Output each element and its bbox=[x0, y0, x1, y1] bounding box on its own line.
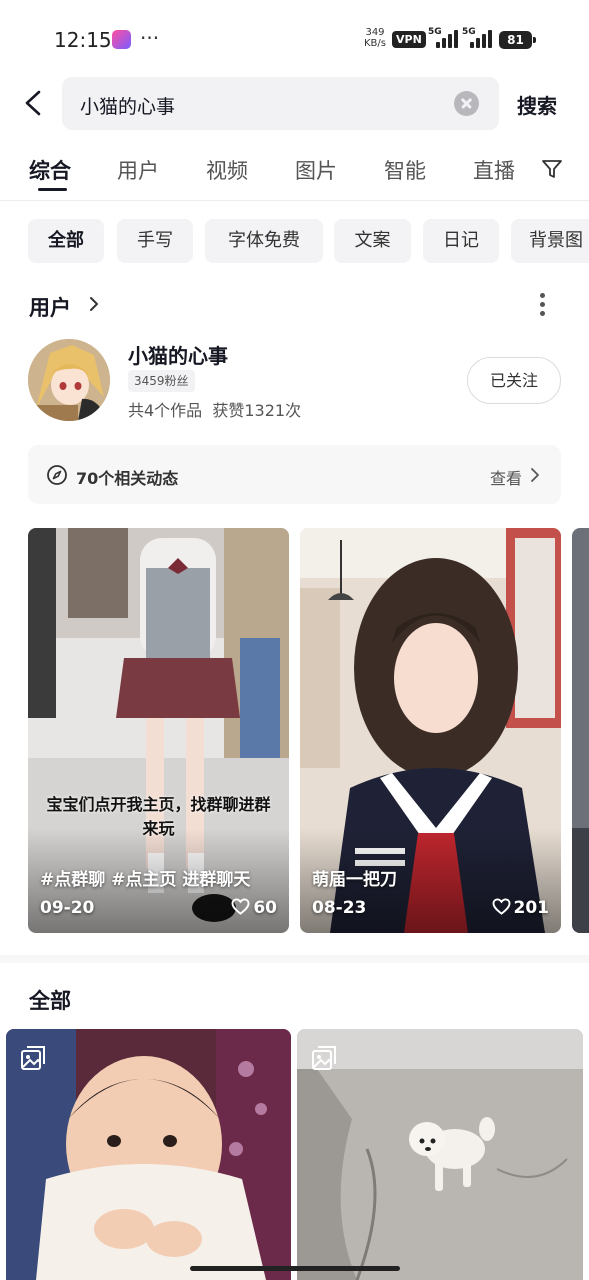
video-tags: 萌届一把刀 bbox=[312, 870, 397, 890]
tab-smart[interactable]: 智能 bbox=[384, 155, 426, 185]
active-tab-indicator bbox=[38, 188, 67, 191]
section-title-all: 全部 bbox=[29, 989, 71, 1013]
view-link[interactable]: 查看 bbox=[490, 465, 522, 489]
image-gallery-icon bbox=[21, 1046, 45, 1070]
chip-handwriting[interactable]: 手写 bbox=[117, 219, 193, 263]
fans-badge: 3459粉丝 bbox=[128, 370, 195, 392]
heart-icon bbox=[231, 898, 250, 915]
video-likes: 60 bbox=[231, 898, 277, 918]
tab-comprehensive[interactable]: 综合 bbox=[29, 155, 71, 185]
avatar[interactable] bbox=[28, 339, 110, 421]
chip-copywriting[interactable]: 文案 bbox=[334, 219, 411, 263]
tab-images[interactable]: 图片 bbox=[295, 155, 337, 185]
video-caption-line: 宝宝们点开我主页，找群聊进群 bbox=[46, 795, 271, 814]
chip-diary[interactable]: 日记 bbox=[423, 219, 499, 263]
home-indicator[interactable] bbox=[190, 1266, 400, 1271]
video-likes-count: 201 bbox=[513, 898, 550, 918]
user-name[interactable]: 小猫的心事 bbox=[128, 340, 228, 369]
tabs-divider bbox=[0, 200, 589, 201]
chip-free-font[interactable]: 字体免费 bbox=[205, 219, 323, 263]
chip-background[interactable]: 背景图 bbox=[511, 219, 589, 263]
video-caption-line: 来玩 bbox=[142, 819, 175, 838]
image-post-card[interactable] bbox=[6, 1029, 291, 1280]
section-title-users[interactable]: 用户 bbox=[29, 292, 71, 322]
related-posts-bar[interactable]: 70个相关动态 查看 bbox=[28, 445, 561, 504]
back-arrow-icon[interactable] bbox=[22, 90, 46, 116]
clear-icon[interactable] bbox=[454, 91, 479, 116]
video-tags: #点群聊 #点主页 进群聊天 bbox=[40, 870, 251, 890]
cellular-signal-icon-2: 5G bbox=[462, 27, 496, 50]
video-card-partial[interactable] bbox=[572, 528, 589, 933]
more-notifications-icon: ··· bbox=[140, 26, 160, 50]
post-thumbnail bbox=[6, 1029, 291, 1280]
section-separator bbox=[0, 955, 589, 963]
tab-live[interactable]: 直播 bbox=[473, 155, 515, 185]
video-likes-count: 60 bbox=[253, 898, 277, 918]
cellular-signal-icon: 5G bbox=[428, 27, 462, 50]
tab-videos[interactable]: 视频 bbox=[206, 155, 248, 185]
search-input[interactable]: 小猫的心事 bbox=[62, 77, 499, 130]
video-card[interactable]: 宝宝们点开我主页，找群聊进群 来玩 #点群聊 #点主页 进群聊天 09-20 6… bbox=[28, 528, 289, 933]
related-posts-count: 70个相关动态 bbox=[76, 469, 179, 488]
video-likes: 201 bbox=[492, 898, 550, 918]
video-thumbnail bbox=[572, 528, 589, 933]
search-button[interactable]: 搜索 bbox=[517, 90, 557, 119]
signal-label-2: 5G bbox=[462, 27, 476, 37]
user-stats: 共4个作品 获赞1321次 bbox=[128, 401, 302, 420]
app-notification-icon bbox=[112, 30, 131, 49]
network-speed-value: 349 bbox=[365, 27, 385, 38]
signal-label: 5G bbox=[428, 27, 442, 37]
image-post-card[interactable] bbox=[297, 1029, 583, 1280]
search-query: 小猫的心事 bbox=[80, 96, 176, 118]
image-gallery-icon bbox=[312, 1046, 336, 1070]
followed-button[interactable]: 已关注 bbox=[467, 357, 561, 404]
status-bar: 12:15 ··· 349 KB/s VPN 5G 5G 81 bbox=[0, 0, 589, 80]
compass-icon bbox=[47, 465, 67, 485]
filter-icon[interactable] bbox=[540, 157, 564, 181]
chevron-right-icon[interactable] bbox=[85, 295, 103, 313]
status-time: 12:15 bbox=[54, 28, 112, 52]
tab-users[interactable]: 用户 bbox=[117, 155, 159, 185]
battery-indicator: 81 bbox=[499, 31, 536, 49]
video-card[interactable]: 萌届一把刀 08-23 201 bbox=[300, 528, 561, 933]
network-speed-unit: KB/s bbox=[364, 38, 386, 49]
vpn-badge: VPN bbox=[392, 31, 426, 48]
result-tabs: 综合 用户 视频 图片 智能 直播 bbox=[0, 150, 589, 200]
post-thumbnail bbox=[297, 1029, 583, 1280]
heart-icon bbox=[492, 898, 510, 915]
video-caption: 宝宝们点开我主页，找群聊进群 来玩 bbox=[28, 793, 289, 841]
chevron-right-icon[interactable] bbox=[529, 467, 541, 483]
video-date: 09-20 bbox=[40, 898, 95, 918]
chip-all[interactable]: 全部 bbox=[28, 219, 104, 263]
video-date: 08-23 bbox=[312, 898, 367, 918]
more-options-icon[interactable] bbox=[540, 293, 546, 317]
network-speed: 349 KB/s bbox=[362, 27, 388, 49]
